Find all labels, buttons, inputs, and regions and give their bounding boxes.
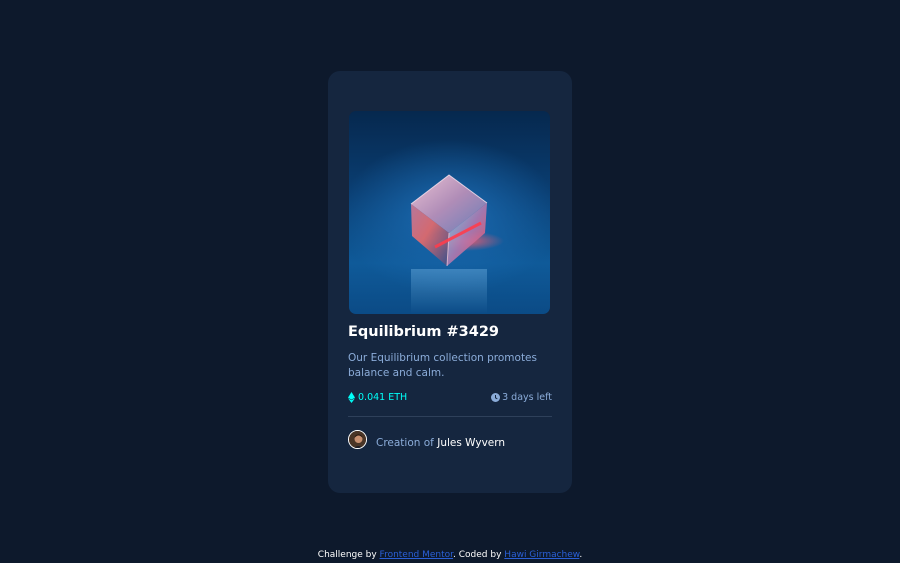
- author-link[interactable]: Hawi Girmachew: [504, 550, 579, 560]
- creator-line: Creation of Jules Wyvern: [376, 437, 505, 449]
- clock-icon: [491, 392, 501, 402]
- price: 0.041 ETH: [348, 390, 407, 404]
- price-value: 0.041 ETH: [358, 391, 408, 403]
- time-left-value: 3 days left: [502, 391, 552, 403]
- creator-prefix: Creation of: [376, 437, 438, 449]
- ethereum-icon: [348, 391, 355, 403]
- card-description: Our Equilibrium collection promotes bala…: [348, 352, 537, 379]
- attribution: Challenge by Frontend Mentor. Coded by H…: [0, 550, 900, 560]
- time-left: 3 days left: [491, 390, 552, 404]
- avatar-image: [349, 431, 366, 448]
- cube-image: [410, 174, 504, 314]
- nft-card: Equilibrium #3429 Our Equilibrium collec…: [328, 71, 572, 493]
- frontend-mentor-link[interactable]: Frontend Mentor: [380, 550, 454, 560]
- divider: [348, 416, 552, 417]
- creator-name-link[interactable]: Jules Wyvern: [437, 437, 505, 449]
- nft-image[interactable]: [349, 111, 550, 314]
- card-title[interactable]: Equilibrium #3429: [348, 324, 499, 340]
- attribution-prefix: Challenge by: [317, 550, 380, 560]
- avatar: [348, 430, 367, 449]
- attribution-suffix: .: [579, 550, 583, 560]
- attribution-middle: . Coded by: [453, 550, 505, 560]
